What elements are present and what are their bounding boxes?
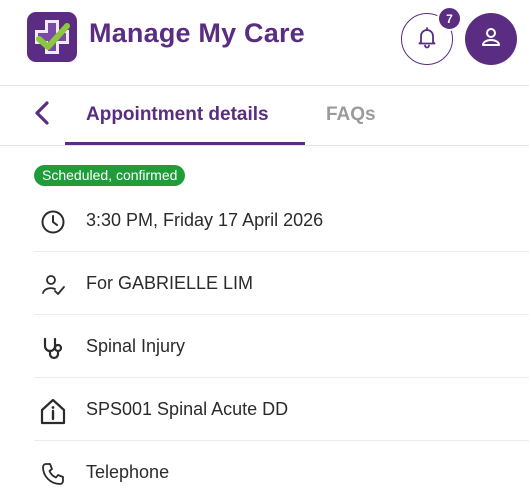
- back-button[interactable]: [28, 100, 56, 130]
- appointment-datetime: 3:30 PM, Friday 17 April 2026: [86, 210, 324, 230]
- chevron-left-icon: [33, 100, 51, 131]
- appointment-type: Telephone: [86, 462, 170, 482]
- service-name: Spinal Injury: [86, 336, 186, 356]
- status-badge: Scheduled, confirmed: [34, 165, 186, 186]
- tab-appointment-details[interactable]: Appointment details: [86, 104, 269, 126]
- user-icon: [479, 25, 503, 54]
- care-plus-check-logo[interactable]: [27, 12, 77, 62]
- detail-row-appointment-type: Telephone: [34, 441, 529, 499]
- clinic-name: SPS001 Spinal Acute DD: [86, 399, 289, 419]
- stethoscope-icon: [38, 333, 68, 363]
- app-header: Manage My Care 7: [0, 0, 529, 86]
- clock-icon: [38, 207, 68, 237]
- phone-icon: [38, 459, 68, 489]
- patient-name: For GABRIELLE LIM: [86, 273, 254, 293]
- active-tab-indicator: [65, 142, 305, 145]
- tab-bar: Appointment details FAQs: [0, 86, 529, 146]
- patient-check-icon: [38, 270, 68, 300]
- profile-button[interactable]: [465, 13, 517, 65]
- bell-icon: [415, 25, 439, 54]
- app-title: Manage My Care: [89, 18, 305, 48]
- detail-row-service: Spinal Injury: [34, 315, 529, 378]
- detail-row-clinic: SPS001 Spinal Acute DD: [34, 378, 529, 441]
- detail-row-patient: For GABRIELLE LIM: [34, 252, 529, 315]
- notification-count-badge: 7: [437, 6, 462, 31]
- detail-row-datetime: 3:30 PM, Friday 17 April 2026: [34, 189, 529, 252]
- clinic-building-icon: [38, 396, 68, 426]
- tab-faqs[interactable]: FAQs: [326, 104, 376, 126]
